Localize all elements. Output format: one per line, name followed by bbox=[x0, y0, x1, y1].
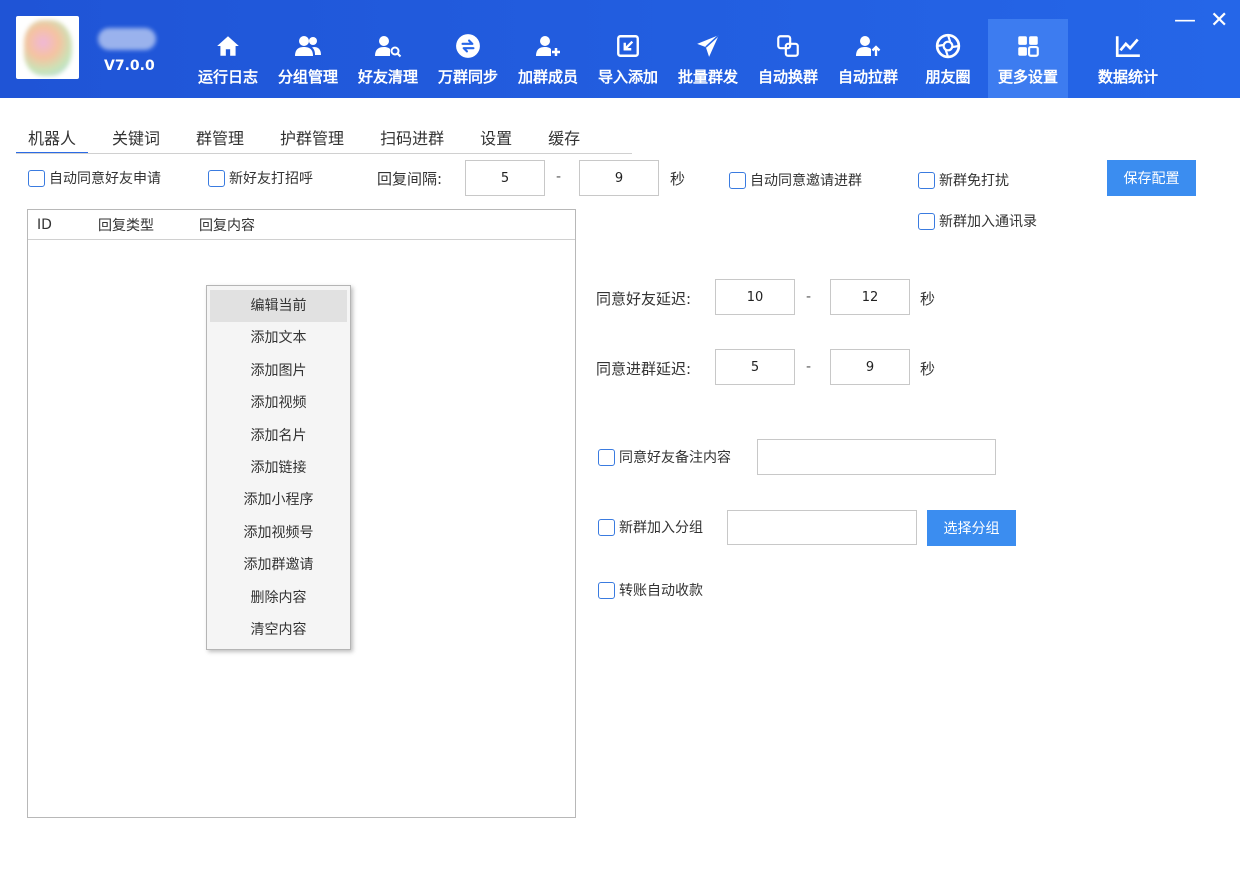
tab-group-protect[interactable]: 护群管理 bbox=[268, 126, 356, 154]
minimize-button[interactable]: — bbox=[1174, 10, 1196, 32]
column-id[interactable]: ID bbox=[28, 217, 89, 233]
aperture-icon bbox=[934, 32, 962, 60]
greet-new-friend-checkbox[interactable]: 新好友打招呼 bbox=[208, 168, 313, 188]
menu-clear-content[interactable]: 清空内容 bbox=[210, 614, 347, 646]
nav-friend-clean[interactable]: 好友清理 bbox=[348, 0, 428, 98]
close-button[interactable]: ✕ bbox=[1210, 10, 1228, 32]
menu-add-video[interactable]: 添加视频 bbox=[210, 387, 347, 419]
friend-delay-min-input[interactable] bbox=[715, 279, 795, 315]
group-name-input[interactable] bbox=[727, 510, 917, 545]
reply-interval-label: 回复间隔: bbox=[377, 170, 443, 188]
select-group-button[interactable]: 选择分组 bbox=[927, 510, 1016, 546]
nav-more-settings[interactable]: 更多设置 bbox=[988, 19, 1068, 98]
nav-moments[interactable]: 朋友圈 bbox=[908, 0, 988, 98]
group-delay-dash: - bbox=[806, 359, 812, 375]
nav-group-manage[interactable]: 分组管理 bbox=[268, 0, 348, 98]
grid-icon bbox=[1014, 32, 1042, 60]
swap-icon bbox=[774, 32, 802, 60]
reply-interval-min-input[interactable] bbox=[465, 160, 545, 196]
auto-receive-transfer-checkbox[interactable]: 转账自动收款 bbox=[598, 580, 703, 600]
avatar[interactable] bbox=[16, 16, 79, 79]
group-delay-unit: 秒 bbox=[920, 360, 936, 378]
tab-robot[interactable]: 机器人 bbox=[16, 126, 89, 154]
menu-add-channel[interactable]: 添加视频号 bbox=[210, 517, 347, 549]
menu-edit-current[interactable]: 编辑当前 bbox=[210, 290, 347, 323]
nav-import-add[interactable]: 导入添加 bbox=[588, 0, 668, 98]
reply-interval-dash: - bbox=[556, 169, 562, 185]
menu-add-card[interactable]: 添加名片 bbox=[210, 420, 347, 452]
table-header: ID 回复类型 回复内容 bbox=[28, 210, 575, 240]
friend-delay-max-input[interactable] bbox=[830, 279, 910, 315]
group-delay-max-input[interactable] bbox=[830, 349, 910, 385]
tab-settings[interactable]: 设置 bbox=[468, 126, 524, 154]
tab-keywords[interactable]: 关键词 bbox=[100, 126, 172, 154]
user-search-icon bbox=[374, 32, 402, 60]
user-up-icon bbox=[854, 32, 882, 60]
column-reply-type[interactable]: 回复类型 bbox=[89, 215, 190, 235]
chart-icon bbox=[1114, 32, 1142, 60]
users-icon bbox=[294, 32, 322, 60]
import-icon bbox=[614, 32, 642, 60]
new-group-mute-checkbox[interactable]: 新群免打扰 bbox=[918, 170, 1009, 190]
main-nav: 运行日志 分组管理 好友清理 万群同步 加群成员 导入添加 批量群发 自动换群 … bbox=[188, 0, 1176, 98]
user-add-icon bbox=[534, 32, 562, 60]
nav-bulk-send[interactable]: 批量群发 bbox=[668, 0, 748, 98]
sync-icon bbox=[454, 32, 482, 60]
save-config-button[interactable]: 保存配置 bbox=[1107, 160, 1196, 196]
nav-auto-pull-group[interactable]: 自动拉群 bbox=[828, 0, 908, 98]
new-group-contacts-checkbox[interactable]: 新群加入通讯录 bbox=[918, 211, 1037, 231]
menu-delete-content[interactable]: 删除内容 bbox=[210, 582, 347, 614]
version-label: V7.0.0 bbox=[104, 58, 155, 74]
account-name-blurred bbox=[98, 28, 156, 50]
app-header: V7.0.0 运行日志 分组管理 好友清理 万群同步 加群成员 导入添加 批量群… bbox=[0, 0, 1240, 98]
auto-accept-friend-checkbox[interactable]: 自动同意好友申请 bbox=[28, 168, 161, 188]
tab-group-manage[interactable]: 群管理 bbox=[184, 126, 256, 154]
friend-remark-checkbox[interactable]: 同意好友备注内容 bbox=[598, 447, 731, 467]
friend-delay-label: 同意好友延迟: bbox=[596, 290, 692, 308]
settings-tabs: 机器人 关键词 群管理 护群管理 扫码进群 设置 缓存 bbox=[16, 126, 604, 154]
nav-run-log[interactable]: 运行日志 bbox=[188, 0, 268, 98]
column-reply-content[interactable]: 回复内容 bbox=[190, 215, 255, 235]
auto-accept-group-invite-checkbox[interactable]: 自动同意邀请进群 bbox=[729, 170, 862, 190]
nav-auto-switch-group[interactable]: 自动换群 bbox=[748, 0, 828, 98]
menu-add-mini-program[interactable]: 添加小程序 bbox=[210, 484, 347, 516]
nav-data-stats[interactable]: 数据统计 bbox=[1080, 0, 1176, 98]
menu-add-link[interactable]: 添加链接 bbox=[210, 452, 347, 484]
tab-cache[interactable]: 缓存 bbox=[536, 126, 592, 154]
tab-divider bbox=[16, 153, 632, 154]
menu-add-text[interactable]: 添加文本 bbox=[210, 322, 347, 354]
menu-add-image[interactable]: 添加图片 bbox=[210, 355, 347, 387]
new-group-join-group-checkbox[interactable]: 新群加入分组 bbox=[598, 517, 703, 537]
context-menu: 编辑当前 添加文本 添加图片 添加视频 添加名片 添加链接 添加小程序 添加视频… bbox=[206, 285, 351, 650]
tab-scan-join[interactable]: 扫码进群 bbox=[368, 126, 456, 154]
group-delay-min-input[interactable] bbox=[715, 349, 795, 385]
nav-group-sync[interactable]: 万群同步 bbox=[428, 0, 508, 98]
menu-add-group-invite[interactable]: 添加群邀请 bbox=[210, 549, 347, 581]
send-icon bbox=[694, 32, 722, 60]
reply-interval-unit: 秒 bbox=[670, 170, 686, 188]
friend-delay-unit: 秒 bbox=[920, 290, 936, 308]
nav-add-group-member[interactable]: 加群成员 bbox=[508, 0, 588, 98]
group-delay-label: 同意进群延迟: bbox=[596, 360, 692, 378]
reply-interval-max-input[interactable] bbox=[579, 160, 659, 196]
friend-remark-input[interactable] bbox=[757, 439, 996, 475]
home-icon bbox=[214, 32, 242, 60]
friend-delay-dash: - bbox=[806, 289, 812, 305]
